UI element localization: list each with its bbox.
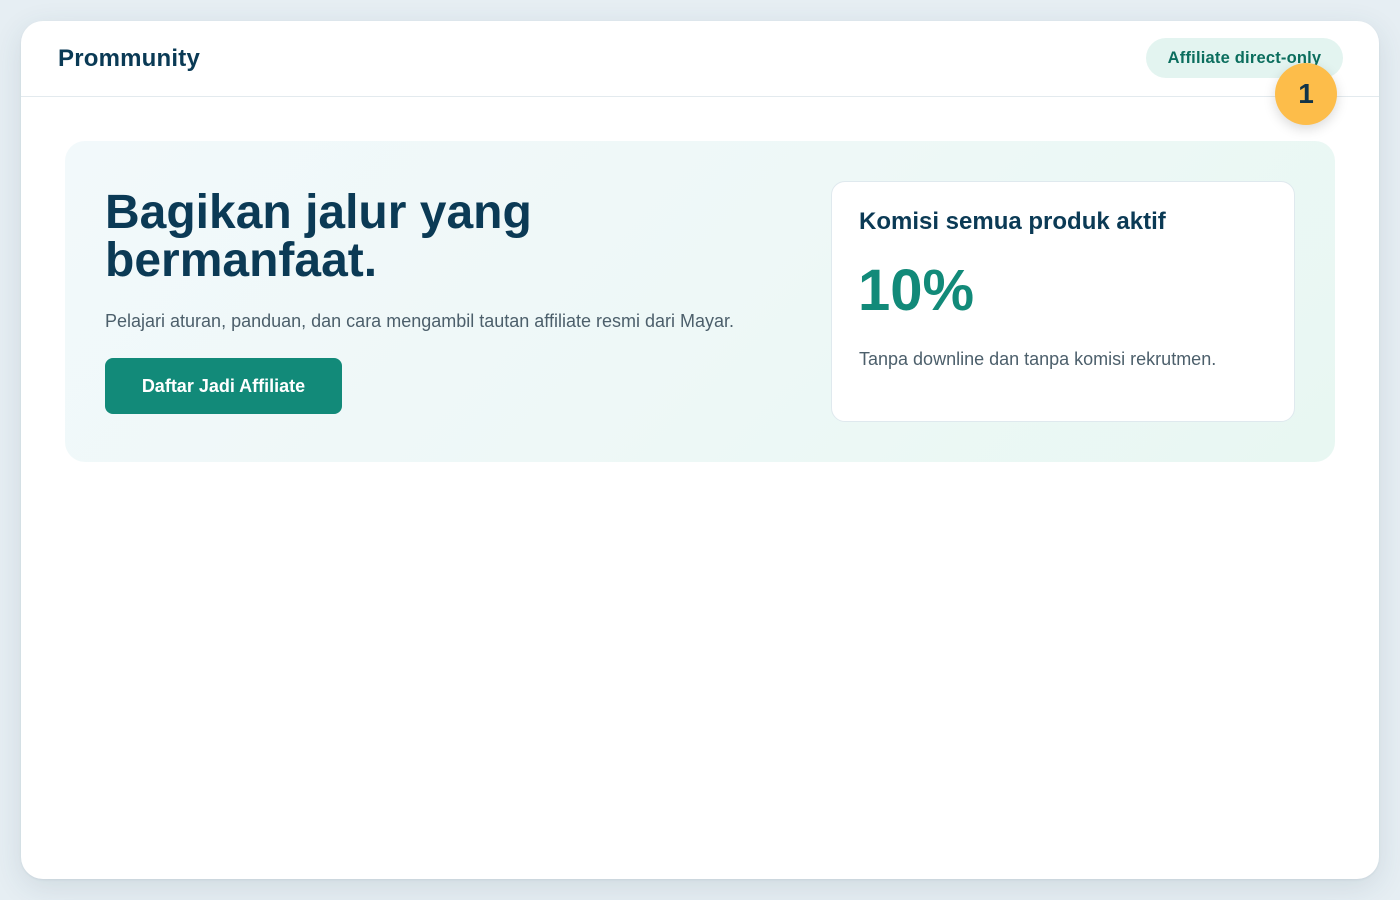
top-bar: Prommunity Affiliate direct-only xyxy=(21,21,1379,97)
hero-section: Bagikan jalur yang bermanfaat. Pelajari … xyxy=(65,141,1335,462)
brand-logo[interactable]: Prommunity xyxy=(58,45,200,73)
register-affiliate-button[interactable]: Daftar Jadi Affiliate xyxy=(105,358,342,414)
commission-note: Tanpa downline dan tanpa komisi rekrutme… xyxy=(859,349,1217,369)
hero-subtext: Pelajari aturan, panduan, dan cara menga… xyxy=(105,311,735,331)
commission-rate: 10% xyxy=(858,258,975,323)
commission-card: Komisi semua produk aktif 10% Tanpa down… xyxy=(831,181,1295,422)
app-window: Prommunity Affiliate direct-only 1 Bagik… xyxy=(21,21,1379,879)
commission-card-title: Komisi semua produk aktif xyxy=(859,208,1166,235)
step-badge: 1 xyxy=(1275,63,1337,125)
hero-headline: Bagikan jalur yang bermanfaat. xyxy=(105,186,532,287)
